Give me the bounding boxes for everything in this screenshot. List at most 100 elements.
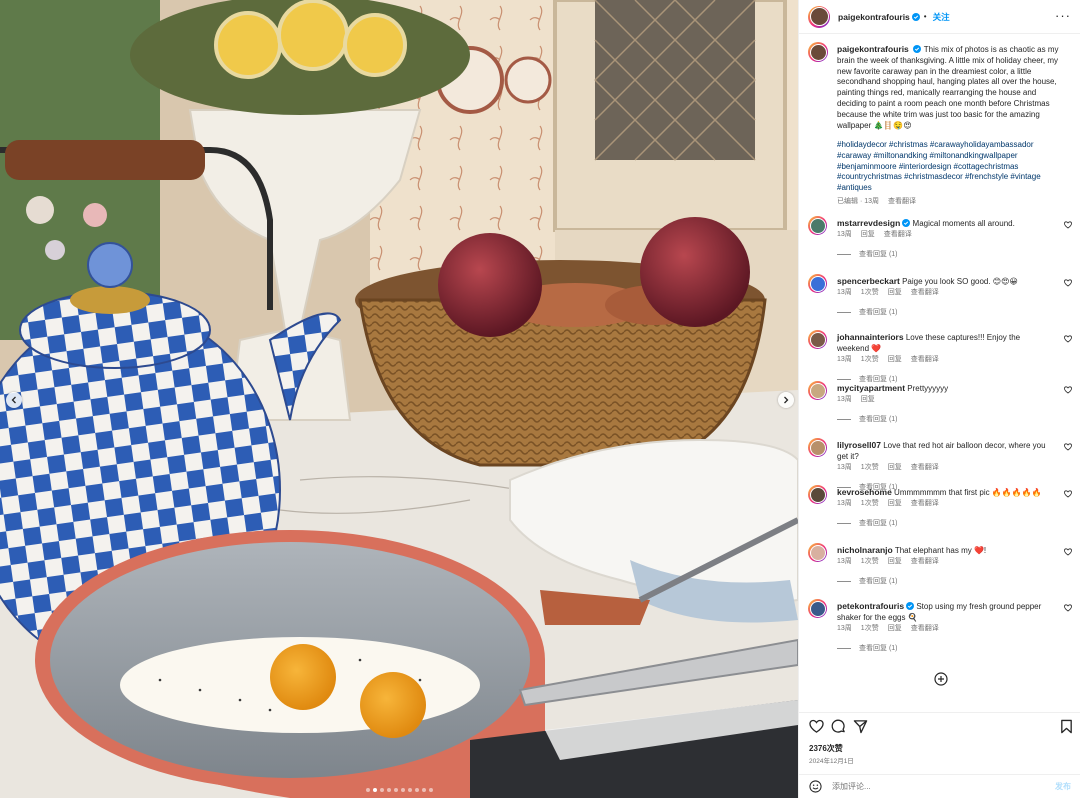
comment-meta: 13周 回复 [837, 394, 884, 404]
view-replies-button[interactable]: 查看回复 (1) [837, 518, 898, 528]
comment-text: lilyrosell07 Love that red hot air ballo… [837, 440, 1051, 463]
commenter-username[interactable]: kevrosehome [837, 487, 892, 497]
carousel-dot [393, 788, 398, 792]
comment-translate-link[interactable]: 查看翻译 [911, 625, 939, 632]
caption-avatar[interactable] [808, 42, 828, 62]
caption-meta: 已编辑 · 13周 查看翻译 [837, 196, 923, 206]
view-replies-button[interactable]: 查看回复 (1) [837, 643, 898, 653]
commenter-avatar[interactable] [808, 543, 827, 562]
view-replies-label: 查看回复 (1) [859, 309, 898, 316]
carousel-next-button[interactable] [778, 392, 794, 408]
comment-translate-link[interactable]: 查看翻译 [911, 500, 939, 507]
comment-reply-link[interactable]: 回复 [888, 289, 902, 296]
comment-reply-link[interactable]: 回复 [888, 500, 902, 507]
commenter-username[interactable]: mycityapartment [837, 383, 905, 393]
post-photo[interactable] [0, 0, 798, 798]
author-avatar[interactable] [808, 5, 830, 28]
share-send-icon[interactable] [853, 719, 868, 734]
comment-body: Paige you look SO good. 😊😍😀 [902, 277, 1018, 286]
commenter-username[interactable]: nicholnaranjo [837, 545, 893, 555]
view-replies-label: 查看回复 (1) [859, 416, 898, 423]
emoji-icon[interactable] [809, 780, 822, 793]
comment-translate-link[interactable]: 查看翻译 [911, 558, 939, 565]
commenter-username[interactable]: lilyrosell07 [837, 440, 881, 450]
view-replies-button[interactable]: 查看回复 (1) [837, 307, 898, 317]
comment-input[interactable] [832, 782, 1042, 791]
caption-edited-time: 已编辑 · 13周 [837, 198, 880, 205]
save-bookmark-icon[interactable] [1059, 719, 1074, 734]
comment-likes[interactable]: 1次赞 [861, 464, 879, 471]
comment-likes[interactable]: 1次赞 [861, 356, 879, 363]
comment-item: kevrosehome Ummmmmmm that first pic 🔥🔥🔥🔥… [808, 485, 1072, 535]
likes-count[interactable]: 2376次赞 [809, 743, 843, 754]
view-replies-label: 查看回复 (1) [859, 520, 898, 527]
commenter-avatar[interactable] [808, 438, 827, 457]
comment-like-heart-icon[interactable] [1064, 386, 1072, 394]
comment-like-heart-icon[interactable] [1064, 443, 1072, 451]
comment-like-heart-icon[interactable] [1064, 548, 1072, 556]
commenter-username[interactable]: spencerbeckart [837, 276, 900, 286]
commenter-username[interactable]: johannainteriors [837, 332, 904, 342]
comment-item: lilyrosell07 Love that red hot air ballo… [808, 438, 1072, 491]
view-replies-button[interactable]: 查看回复 (1) [837, 414, 898, 424]
comment-reply-link[interactable]: 回复 [888, 356, 902, 363]
comment-like-heart-icon[interactable] [1064, 604, 1072, 612]
commenter-username[interactable]: petekontrafouris [837, 601, 904, 611]
comment-reply-link[interactable]: 回复 [861, 396, 875, 403]
carousel-dot [386, 788, 391, 792]
caption-translate-link[interactable]: 查看翻译 [888, 198, 916, 205]
comment-reply-link[interactable]: 回复 [861, 231, 875, 238]
commenter-avatar[interactable] [808, 485, 827, 504]
author-username[interactable]: paigekontrafouris [838, 12, 910, 22]
post-date: 2024年12月1日 [809, 758, 854, 765]
comment-like-heart-icon[interactable] [1064, 335, 1072, 343]
commenter-avatar[interactable] [808, 216, 827, 235]
like-heart-icon[interactable] [809, 719, 824, 734]
commenter-avatar[interactable] [808, 381, 827, 400]
post-actions-bar: 2376次赞 2024年12月1日 [799, 712, 1080, 774]
caption-text: paigekontrafouris This mix of photos is a… [837, 44, 1065, 131]
comment-translate-link[interactable]: 查看翻译 [911, 464, 939, 471]
comment-reply-link[interactable]: 回复 [888, 558, 902, 565]
caption-username[interactable]: paigekontrafouris [837, 44, 909, 54]
replies-line [837, 253, 851, 255]
comment-likes[interactable]: 1次赞 [861, 289, 879, 296]
more-options-icon[interactable]: ··· [1055, 9, 1071, 23]
comment-like-heart-icon[interactable] [1064, 279, 1072, 287]
comment-translate-link[interactable]: 查看翻译 [911, 356, 939, 363]
comments-scroll-area[interactable]: paigekontrafouris This mix of photos is a… [799, 34, 1080, 712]
carousel-dot [400, 788, 405, 792]
load-more-comments-icon[interactable] [934, 672, 948, 686]
comment-time: 13周 [837, 558, 852, 565]
post-comment-button[interactable]: 发布 [1055, 781, 1071, 792]
comment-like-heart-icon[interactable] [1064, 490, 1072, 498]
comment-bubble-icon[interactable] [831, 719, 846, 734]
commenter-avatar[interactable] [808, 274, 827, 293]
caption-hashtags[interactable]: #holidaydecor #christmas #carawayholiday… [837, 140, 1065, 194]
comment-translate-link[interactable]: 查看翻译 [911, 289, 939, 296]
comment-body: That elephant has my ❤️! [894, 546, 987, 555]
comment-meta: 13周 1次赞 回复 查看翻译 [837, 556, 948, 566]
view-replies-button[interactable]: 查看回复 (1) [837, 249, 898, 259]
comment-likes[interactable]: 1次赞 [861, 558, 879, 565]
commenter-avatar[interactable] [808, 330, 827, 349]
comment-likes[interactable]: 1次赞 [861, 625, 879, 632]
comment-like-heart-icon[interactable] [1064, 221, 1072, 229]
comment-body: Prettyyyyyy [907, 384, 949, 393]
carousel-dot [379, 788, 384, 792]
carousel-dot [428, 788, 433, 792]
comment-likes[interactable]: 1次赞 [861, 500, 879, 507]
comment-translate-link[interactable]: 查看翻译 [884, 231, 912, 238]
replies-line [837, 311, 851, 313]
view-replies-button[interactable]: 查看回复 (1) [837, 576, 898, 586]
carousel-dot [365, 788, 370, 792]
comment-item: mycityapartment Prettyyyyyy 13周 回复查看回复 (1) [808, 381, 1072, 431]
comment-reply-link[interactable]: 回复 [888, 625, 902, 632]
carousel-prev-button[interactable] [6, 392, 22, 408]
follow-button[interactable]: 关注 [933, 11, 950, 23]
verified-badge-icon [911, 12, 920, 21]
commenter-avatar[interactable] [808, 599, 827, 618]
comment-reply-link[interactable]: 回复 [888, 464, 902, 471]
commenter-username[interactable]: mstarrevdesign [837, 218, 900, 228]
comment-composer: 发布 [799, 774, 1080, 798]
